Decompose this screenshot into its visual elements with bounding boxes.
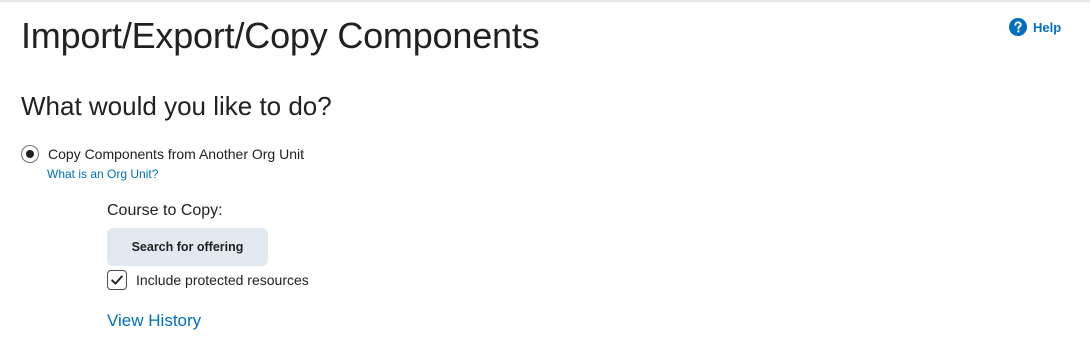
search-for-offering-button[interactable]: Search for offering: [107, 228, 268, 266]
checkmark-icon: [111, 275, 123, 285]
help-link[interactable]: Help: [1009, 18, 1061, 36]
include-protected-checkbox[interactable]: [107, 270, 127, 290]
include-protected-label: Include protected resources: [136, 272, 309, 288]
help-label: Help: [1033, 19, 1062, 35]
radio-selected-dot: [26, 150, 34, 158]
radio-option-label: Copy Components from Another Org Unit: [48, 146, 305, 162]
course-to-copy-label: Course to Copy:: [107, 202, 223, 219]
copy-components-radio-option[interactable]: Copy Components from Another Org Unit: [21, 145, 304, 163]
what-is-org-unit-link[interactable]: What is an Org Unit?: [47, 167, 158, 181]
view-history-link[interactable]: View History: [107, 311, 201, 331]
question-circle-icon: [1009, 18, 1027, 36]
section-heading: What would you like to do?: [21, 91, 332, 121]
page-title: Import/Export/Copy Components: [21, 15, 540, 56]
radio-button[interactable]: [21, 145, 39, 163]
top-divider: [0, 0, 1090, 2]
include-protected-resources-option[interactable]: Include protected resources: [107, 270, 309, 290]
